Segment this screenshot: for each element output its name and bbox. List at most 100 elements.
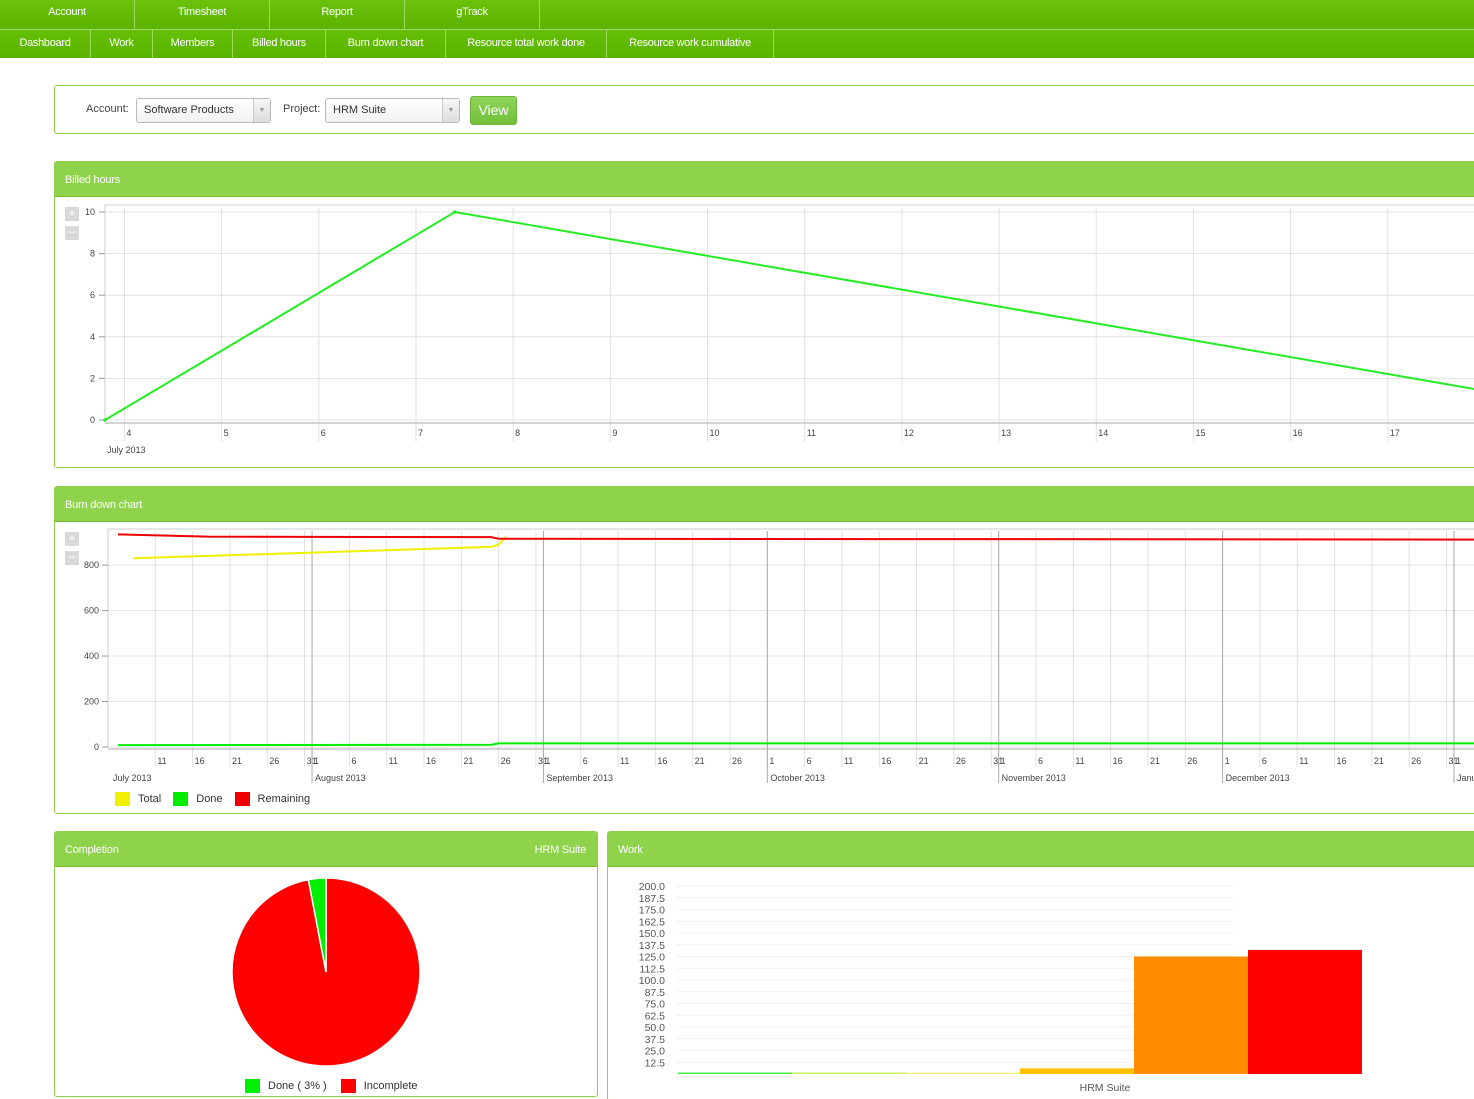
- x-tick-label: 21: [1374, 756, 1384, 766]
- billed-hours-title: Billed hours: [65, 174, 121, 186]
- filter-bar: Account: Software Products ▼ Project: HR…: [54, 85, 1474, 134]
- burn-down-legend: Total Done Remaining: [115, 792, 322, 806]
- nav-report[interactable]: Report: [270, 0, 405, 29]
- legend-done[interactable]: Done: [173, 792, 223, 806]
- x-tick-label: 8: [515, 428, 520, 438]
- nav-account[interactable]: Account: [0, 0, 135, 29]
- completion-project: HRM Suite: [534, 844, 587, 856]
- x-axis-label: July 2013: [107, 445, 146, 455]
- y-tick-label: 62.5: [645, 1010, 666, 1022]
- y-tick-label: 10: [85, 207, 95, 217]
- x-tick-label: 1: [1225, 756, 1230, 766]
- x-tick-label: 6: [807, 756, 812, 766]
- billed-hours-chart[interactable]: 0 2 4 6 8 10 4 5 6 7 8 9 10 11 12 13 14 15 16 17 July 2013: [55, 198, 1474, 468]
- subnav-work[interactable]: Work: [91, 30, 153, 58]
- work-header: Work: [608, 832, 1474, 867]
- y-tick-label: 125.0: [639, 952, 665, 964]
- x-tick-label: 11: [389, 756, 398, 766]
- y-tick-label: 150.0: [639, 928, 665, 940]
- x-tick-label: 6: [583, 756, 588, 766]
- project-select-value: HRM Suite: [333, 104, 387, 116]
- month-label: December 2013: [1226, 773, 1290, 783]
- account-label: Account:: [86, 103, 129, 115]
- y-tick-label: 200: [84, 697, 99, 707]
- completion-panel: Completion HRM Suite Done ( 3% ) Incompl…: [54, 831, 598, 1097]
- series-line-remaining: [117, 533, 1474, 541]
- y-tick-label: 800: [84, 560, 99, 570]
- legend-remaining[interactable]: Remaining: [234, 792, 310, 806]
- y-tick-label: 175.0: [639, 905, 665, 917]
- x-tick-label: 7: [418, 428, 423, 438]
- subnav-members[interactable]: Members: [153, 30, 233, 58]
- x-tick-label: 21: [463, 756, 473, 766]
- burn-down-header: Burn down chart: [55, 487, 1474, 522]
- x-tick-label: 21: [919, 756, 929, 766]
- y-tick-label: 112.5: [640, 963, 666, 975]
- bar-series-4: [1020, 1068, 1134, 1074]
- x-tick-label: 1: [1456, 756, 1461, 766]
- nav-timesheet[interactable]: Timesheet: [135, 0, 270, 29]
- billed-hours-panel: Billed hours + − 0 2 4 6 8 10 4 5 6 7 8 9 10 11 12 13 14…: [54, 161, 1474, 468]
- y-tick-label: 187.5: [639, 893, 665, 905]
- nav-gtrack[interactable]: gTrack: [405, 0, 540, 29]
- subnav-resource-total-work-done[interactable]: Resource total work done: [446, 30, 607, 58]
- y-tick-label: 0: [90, 415, 95, 425]
- project-label: Project:: [283, 103, 321, 115]
- x-tick-label: 26: [1411, 756, 1421, 766]
- y-tick-label: 4: [90, 332, 95, 342]
- completion-title: Completion: [65, 844, 119, 856]
- legend-swatch-remaining: [234, 792, 250, 806]
- legend-swatch-incomplete: [340, 1079, 356, 1093]
- completion-header: Completion HRM Suite: [55, 832, 597, 867]
- x-tick-label: 21: [232, 756, 242, 766]
- y-tick-label: 100.0: [639, 975, 665, 987]
- account-select[interactable]: Software Products ▼: [136, 98, 271, 123]
- x-tick-label: 26: [1187, 756, 1197, 766]
- legend-swatch-done: [245, 1079, 260, 1093]
- x-tick-label: 11: [620, 756, 629, 766]
- legend-total[interactable]: Total: [115, 792, 161, 806]
- x-tick-label: 9: [612, 428, 617, 438]
- legend-incomplete: Incomplete: [340, 1079, 418, 1093]
- month-label: September 2013: [546, 773, 613, 783]
- y-tick-label: 600: [84, 606, 99, 616]
- subnav-dashboard[interactable]: Dashboard: [0, 30, 91, 58]
- x-tick-label: 16: [1337, 756, 1347, 766]
- data-point: [103, 418, 107, 422]
- subnav-resource-work-cumulative[interactable]: Resource work cumulative: [607, 30, 774, 58]
- legend-done: Done ( 3% ): [245, 1079, 327, 1093]
- work-bar-chart: 12.525.037.550.062.575.087.5100.0112.512…: [639, 881, 1362, 1094]
- x-tick-label: 26: [732, 756, 742, 766]
- chevron-down-icon: ▼: [253, 99, 270, 122]
- series-line-billed-hours: [104, 210, 1474, 421]
- x-tick-label: 6: [1038, 756, 1043, 766]
- burn-down-panel: Burn down chart + − 0 200 400 600 800 11 16 21 2…: [54, 486, 1474, 814]
- burn-down-title: Burn down chart: [65, 499, 143, 511]
- completion-legend: Done ( 3% ) Incomplete: [245, 1079, 430, 1093]
- x-tick-label: 13: [1001, 428, 1011, 438]
- x-tick-label: 11: [807, 428, 816, 438]
- y-tick-label: 8: [90, 249, 95, 259]
- subnav-burn-down-chart[interactable]: Burn down chart: [326, 30, 446, 58]
- x-tick-label: 11: [157, 756, 166, 766]
- y-tick-label: 0: [94, 742, 99, 752]
- x-tick-label: 11: [844, 756, 853, 766]
- x-tick-label: 15: [1195, 428, 1205, 438]
- month-label: October 2013: [770, 773, 825, 783]
- billed-hours-header: Billed hours: [55, 162, 1474, 197]
- month-label: August 2013: [315, 773, 366, 783]
- month-label: November 2013: [1002, 773, 1066, 783]
- burn-down-chart[interactable]: 0200400600800111621263116111621263116111…: [55, 523, 1474, 783]
- x-tick-label: 16: [195, 756, 205, 766]
- legend-swatch-total: [115, 792, 130, 806]
- x-tick-label: 21: [695, 756, 705, 766]
- chevron-down-icon: ▼: [442, 99, 459, 122]
- series-line-total: [132, 536, 507, 560]
- x-tick-label: 11: [1075, 756, 1084, 766]
- y-tick-label: 75.0: [645, 999, 666, 1011]
- subnav-billed-hours[interactable]: Billed hours: [233, 30, 326, 58]
- data-point: [453, 210, 457, 214]
- bar-series-3: [906, 1072, 1020, 1074]
- view-button[interactable]: View: [470, 96, 517, 125]
- project-select[interactable]: HRM Suite ▼: [325, 98, 460, 123]
